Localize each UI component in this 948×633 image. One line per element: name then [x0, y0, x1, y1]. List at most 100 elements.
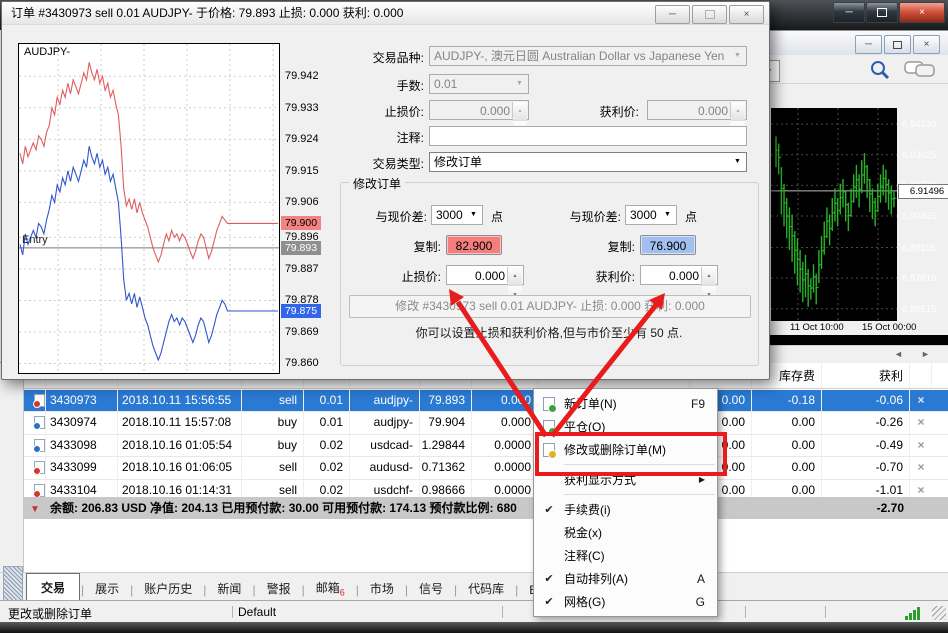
tab-警报[interactable]: 警报 — [257, 576, 301, 601]
buy-order-icon — [34, 439, 45, 452]
cell: -0.18 — [752, 390, 822, 411]
status-divider — [745, 606, 746, 618]
chart-scrollbar[interactable]: ◄ ► — [756, 345, 948, 363]
tp-level-combo[interactable]: 3000▼ — [625, 205, 677, 225]
tab-交易[interactable]: 交易 — [26, 573, 80, 601]
chevron-down-icon: ▼ — [513, 75, 526, 93]
tab-代码库[interactable]: 代码库 — [458, 576, 514, 601]
menu-item-label: 注释(C) — [564, 547, 705, 564]
mini-chart: 6.943206.930256.917306.904356.891056.878… — [771, 108, 948, 321]
column-header[interactable]: 获利 — [822, 363, 910, 388]
sell-order-icon — [34, 394, 45, 407]
close-order-icon[interactable]: × — [910, 435, 932, 456]
filler — [932, 457, 948, 478]
order-type-label: 交易类型: — [332, 155, 424, 172]
cell: sell — [242, 390, 304, 411]
order-icon-cell — [24, 390, 46, 411]
minimize-button[interactable]: ─ — [833, 2, 865, 23]
copy-sl-price-button[interactable]: 82.900 — [446, 235, 502, 255]
order-icon-cell — [24, 435, 46, 456]
table-row[interactable]: 34309742018.10.11 15:57:08buy0.01audjpy-… — [24, 412, 948, 434]
cell: 2018.10.11 15:57:08 — [118, 412, 242, 433]
sl-level-combo[interactable]: 3000▼ — [431, 205, 483, 225]
maximize-icon — [705, 10, 715, 19]
symbol-label: 交易品种: — [332, 49, 424, 66]
tab-展示[interactable]: 展示 — [85, 576, 129, 601]
mini-chart-plot — [771, 108, 897, 321]
column-header — [932, 363, 948, 388]
chart-minimize-button[interactable]: ─ — [855, 35, 882, 54]
check-icon: ✔ — [534, 572, 564, 585]
chevron-down-icon: ▼ — [731, 153, 744, 171]
menu-item[interactable]: 税金(x) — [534, 521, 717, 544]
modify-hint-text: 你可以设置止损和获利价格,但与市价至少有 50 点. — [349, 324, 749, 341]
cell: -0.26 — [822, 412, 910, 433]
menu-item[interactable]: 新订单(N)F9 — [534, 392, 717, 415]
cell: buy — [242, 412, 304, 433]
close-order-icon[interactable]: × — [910, 457, 932, 478]
close-button[interactable]: × — [899, 2, 945, 23]
price-tick: 79.915 — [285, 165, 319, 177]
menu-item[interactable]: ✔自动排列(A)A — [534, 567, 717, 590]
order-dialog: 订单 #3430973 sell 0.01 AUDJPY- 于价格: 79.89… — [1, 1, 770, 380]
modify-order-button[interactable]: 修改 #3430973 sell 0.01 AUDJPY- 止损: 0.000 … — [349, 295, 751, 318]
takeprofit-label: 获利价: — [555, 268, 635, 285]
price-tick: 79.869 — [285, 326, 319, 338]
price-tick: 6.90435 — [902, 211, 936, 222]
tab-邮箱[interactable]: 邮箱6 — [306, 575, 355, 601]
menu-item[interactable]: ✔手续费(i) — [534, 498, 717, 521]
dialog-maximize-button — [692, 5, 727, 24]
time-label: 15 Oct 00:00 — [862, 322, 916, 333]
order-tick-chart: AUDJPY- 79.94279.93379.92479.91579.90679… — [18, 43, 320, 375]
scroll-left-icon[interactable]: ◄ — [894, 349, 903, 359]
dialog-minimize-button[interactable]: ─ — [655, 5, 690, 24]
menu-item[interactable]: 注释(C) — [534, 544, 717, 567]
table-row[interactable]: 34330992018.10.16 01:06:05sell0.02audusd… — [24, 457, 948, 479]
terminal-left-gutter — [0, 363, 24, 573]
table-row[interactable]: 34330982018.10.16 01:05:54buy0.02usdcad-… — [24, 435, 948, 457]
restore-icon — [893, 41, 902, 49]
cell: buy — [242, 435, 304, 456]
chat-icon[interactable] — [904, 60, 938, 80]
cell: 1.29844 — [420, 435, 472, 456]
dialog-close-button[interactable]: × — [729, 5, 764, 24]
cell: 2018.10.11 15:56:55 — [118, 390, 242, 411]
spin-up-icon: ▲ — [731, 102, 745, 121]
chevron-down-icon: ▼ — [731, 47, 744, 65]
close-order-icon[interactable]: × — [910, 390, 932, 411]
scroll-right-icon[interactable]: ► — [921, 349, 930, 359]
maximize-button[interactable] — [866, 2, 898, 23]
zoom-icon[interactable] — [869, 59, 891, 81]
context-menu: 新订单(N)F9平仓(O)修改或删除订单(M)获利显示方式▶✔手续费(i)税金(… — [533, 388, 718, 617]
tab-账户历史[interactable]: 账户历史 — [134, 576, 202, 601]
tab-信号[interactable]: 信号 — [409, 576, 453, 601]
chart-close-button[interactable]: × — [913, 35, 940, 54]
tab-市场[interactable]: 市场 — [360, 576, 404, 601]
resize-grip[interactable] — [932, 606, 946, 620]
cell: 3430973 — [46, 390, 118, 411]
cell: sell — [242, 457, 304, 478]
menu-item-shortcut: G — [696, 595, 717, 609]
price-tick: 6.94320 — [902, 119, 936, 130]
chart-edge — [756, 335, 948, 345]
spin-up-icon[interactable]: ▲ — [508, 267, 522, 286]
close-order-icon[interactable]: × — [910, 412, 932, 433]
order-icon-cell — [24, 457, 46, 478]
profile-name[interactable]: Default — [238, 605, 276, 619]
menu-item[interactable]: ✔网格(G)G — [534, 590, 717, 613]
comment-input[interactable] — [429, 126, 747, 146]
cell: 0.71362 — [420, 457, 472, 478]
modify-stoploss-spinner[interactable]: 0.000 ▲▼ — [446, 265, 524, 285]
copy-tp-price-button[interactable]: 76.900 — [640, 235, 696, 255]
modify-order-group: 修改订单 与现价差: 3000▼ 点 与现价差: 3000▼ 点 复制: 82.… — [340, 182, 759, 366]
price-tick: 6.89105 — [902, 243, 936, 254]
tab-新闻[interactable]: 新闻 — [207, 576, 251, 601]
order-type-combo[interactable]: 修改订单▼ — [429, 152, 747, 172]
chart-restore-button[interactable] — [884, 35, 911, 54]
chevron-down-icon: ▼ — [467, 206, 480, 224]
spin-up-icon[interactable]: ▲ — [702, 267, 716, 286]
cell: 0.02 — [304, 457, 350, 478]
modify-takeprofit-spinner[interactable]: 0.000 ▲▼ — [640, 265, 718, 285]
table-row[interactable]: 34309732018.10.11 15:56:55sell0.01audjpy… — [24, 390, 948, 412]
dialog-title[interactable]: 订单 #3430973 sell 0.01 AUDJPY- 于价格: 79.89… — [2, 2, 769, 25]
